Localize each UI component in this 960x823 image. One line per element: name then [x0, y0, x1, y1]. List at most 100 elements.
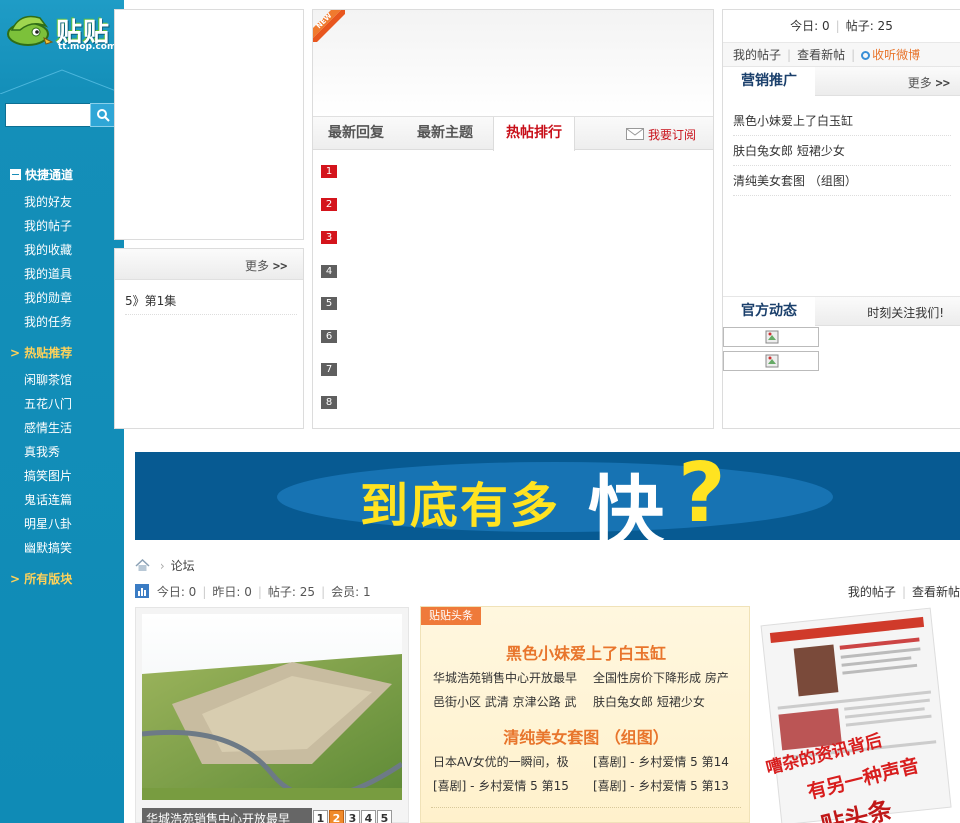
- site-logo[interactable]: 贴贴 tt.mop.com: [6, 8, 118, 56]
- sidebar-item-humor[interactable]: 幽默搞笑: [24, 539, 72, 556]
- photo-slideshow[interactable]: 华城浩苑销售中心开放最早 1 2 3 4 5: [135, 607, 409, 823]
- page-button[interactable]: 1: [313, 810, 328, 823]
- center-panel: NEW 最新回复 最新主题 热帖排行 我要订阅 1 2 3 4 5 6 7 8: [312, 9, 714, 429]
- today-count: 今日: 0: [790, 19, 830, 33]
- sidebar-item-chat-teahouse[interactable]: 闲聊茶馆: [24, 371, 72, 388]
- aerial-city-photo: [142, 614, 402, 800]
- headline-link[interactable]: 邑街小区 武清 京津公路 武: [433, 693, 576, 710]
- broken-image-icon: [765, 354, 779, 368]
- marketing-title: 营销推广: [723, 67, 815, 97]
- subscribe-link[interactable]: 我要订阅: [626, 126, 696, 143]
- stats-posts: 帖子: 25: [267, 585, 316, 599]
- stats-today: 今日: 0: [156, 585, 197, 599]
- sidebar-item-my-items[interactable]: 我的道具: [24, 265, 72, 282]
- my-posts-link[interactable]: 我的帖子: [733, 48, 781, 62]
- tab-latest-topics[interactable]: 最新主题: [417, 117, 473, 150]
- page-root: 贴贴 tt.mop.com 快捷通道 我的好友 我的帖子 我的收藏 我的道具 我…: [0, 0, 960, 823]
- stats-links: 我的帖子 | 查看新帖: [847, 585, 960, 599]
- headline-link[interactable]: 华城浩苑销售中心开放最早: [433, 669, 577, 686]
- search-button[interactable]: [90, 103, 116, 127]
- headlines-tag: 贴贴头条: [421, 607, 481, 625]
- weibo-link[interactable]: 收听微博: [861, 48, 920, 62]
- banner-question-mark: ?: [678, 452, 726, 540]
- subscribe-label: 我要订阅: [648, 128, 697, 142]
- right-panel: 今日: 0 | 帖子: 25 我的帖子 | 查看新帖 | 收听微博 营销推广 更多 >> 黑…: [722, 9, 960, 429]
- marketing-item[interactable]: 清纯美女套图 （组图）: [733, 172, 951, 196]
- logo-subtitle: tt.mop.com: [58, 42, 117, 52]
- sidebar-item-misc[interactable]: 五花八门: [24, 395, 72, 412]
- headline-main[interactable]: 黑色小妹爱上了白玉缸: [421, 640, 751, 664]
- my-posts-link[interactable]: 我的帖子: [848, 585, 896, 599]
- weibo-label: 收听微博: [872, 48, 921, 62]
- section-label: 快捷通道: [25, 168, 74, 182]
- headline-link[interactable]: [喜剧] - 乡村爱情 5 第15: [433, 777, 569, 794]
- rank-badge: 1: [321, 165, 337, 178]
- marketing-item[interactable]: 肤白兔女郎 短裙少女: [733, 142, 951, 166]
- post-count: 帖子: 25: [845, 19, 893, 33]
- headline-link[interactable]: [喜剧] - 乡村爱情 5 第14: [593, 753, 729, 770]
- rank-badge: 8: [321, 396, 337, 409]
- page-button[interactable]: 5: [377, 810, 392, 823]
- sidebar-notch-decoration: [0, 69, 124, 94]
- new-posts-link[interactable]: 查看新帖: [912, 585, 960, 599]
- rank-badge: 7: [321, 363, 337, 376]
- official-follow-text: 时刻关注我们!: [867, 306, 944, 320]
- tab-hot-ranking[interactable]: 热帖排行: [493, 117, 575, 151]
- more-label: 更多: [245, 259, 270, 273]
- breadcrumb-forum-link[interactable]: 论坛: [171, 559, 195, 573]
- more-arrows: >>: [272, 259, 288, 273]
- tab-latest-replies[interactable]: 最新回复: [328, 117, 384, 150]
- section-all-boards[interactable]: > 所有版块: [10, 570, 72, 587]
- page-button-active[interactable]: 2: [329, 810, 344, 823]
- breadcrumb-separator: ›: [159, 559, 165, 573]
- sidebar-item-my-medals[interactable]: 我的勋章: [24, 289, 72, 306]
- left-top-panel: [114, 9, 304, 240]
- photo-caption: 华城浩苑销售中心开放最早: [142, 808, 312, 823]
- rank-badge: 2: [321, 198, 337, 211]
- new-posts-link[interactable]: 查看新帖: [797, 48, 845, 62]
- search-input[interactable]: [5, 103, 91, 127]
- marketing-item[interactable]: 黑色小妹爱上了白玉缸: [733, 112, 951, 136]
- left-more-link[interactable]: 更多 >>: [245, 257, 287, 274]
- mail-icon: [626, 128, 644, 140]
- left-list-item[interactable]: 5》第1集: [125, 292, 297, 315]
- broken-image: [723, 327, 819, 347]
- section-hot-recommend[interactable]: > 热贴推荐: [10, 344, 72, 361]
- broken-image: [723, 351, 819, 371]
- headline-link[interactable]: 全国性房价下降形成 房产: [593, 669, 729, 686]
- search-icon: [97, 109, 110, 122]
- page-button[interactable]: 3: [345, 810, 360, 823]
- sidebar-item-self-show[interactable]: 真我秀: [24, 443, 60, 460]
- right-quick-links: 我的帖子 | 查看新帖 | 收听微博: [723, 42, 960, 66]
- left-list-panel: 更多 >> 5》第1集: [114, 248, 304, 429]
- headline-link[interactable]: 肤白兔女郎 短裙少女: [593, 693, 705, 710]
- sidebar-item-my-favorites[interactable]: 我的收藏: [24, 241, 72, 258]
- forum-stats: 今日: 0 | 昨日: 0 | 帖子: 25 | 会员: 1 我的帖子 | 查看新帖: [135, 583, 960, 601]
- ad-banner[interactable]: 到底有多 快 ?: [135, 452, 960, 540]
- headline-divider: [431, 807, 741, 808]
- center-tabbar: 最新回复 最新主题 热帖排行 我要订阅: [313, 116, 713, 151]
- headline-secondary[interactable]: 清纯美女套图 （组图）: [421, 724, 751, 748]
- sidebar-item-my-tasks[interactable]: 我的任务: [24, 313, 72, 330]
- sidebar-item-funny-pics[interactable]: 搞笑图片: [24, 467, 72, 484]
- promo-image[interactable]: 嘈杂的资讯背后 有另一种声音 贴头条: [760, 606, 960, 823]
- headline-link[interactable]: [喜剧] - 乡村爱情 5 第13: [593, 777, 729, 794]
- section-quick-access[interactable]: 快捷通道: [10, 166, 73, 183]
- marketing-more-link[interactable]: 更多 >>: [908, 74, 950, 91]
- official-title: 官方动态: [723, 297, 815, 327]
- page-button[interactable]: 4: [361, 810, 376, 823]
- banner-text-big: 快: [588, 467, 664, 540]
- sidebar-item-ghost-stories[interactable]: 鬼话连篇: [24, 491, 72, 508]
- sidebar-item-my-posts[interactable]: 我的帖子: [24, 217, 72, 234]
- sidebar-item-emotion-life[interactable]: 感情生活: [24, 419, 72, 436]
- broken-image-icon: [765, 330, 779, 344]
- rank-badge: 3: [321, 231, 337, 244]
- sidebar-item-my-friends[interactable]: 我的好友: [24, 193, 72, 210]
- right-stats: 今日: 0 | 帖子: 25: [790, 19, 893, 33]
- headline-link[interactable]: 日本AV女优的一瞬间，极: [433, 753, 569, 770]
- weibo-icon: [861, 51, 871, 60]
- logo-mascot-icon: [7, 15, 54, 46]
- sidebar-item-celebrity-gossip[interactable]: 明星八卦: [24, 515, 72, 532]
- home-icon[interactable]: [135, 558, 150, 572]
- headlines-box: 贴贴头条 黑色小妹爱上了白玉缸 华城浩苑销售中心开放最早 全国性房价下降形成 房…: [420, 606, 750, 823]
